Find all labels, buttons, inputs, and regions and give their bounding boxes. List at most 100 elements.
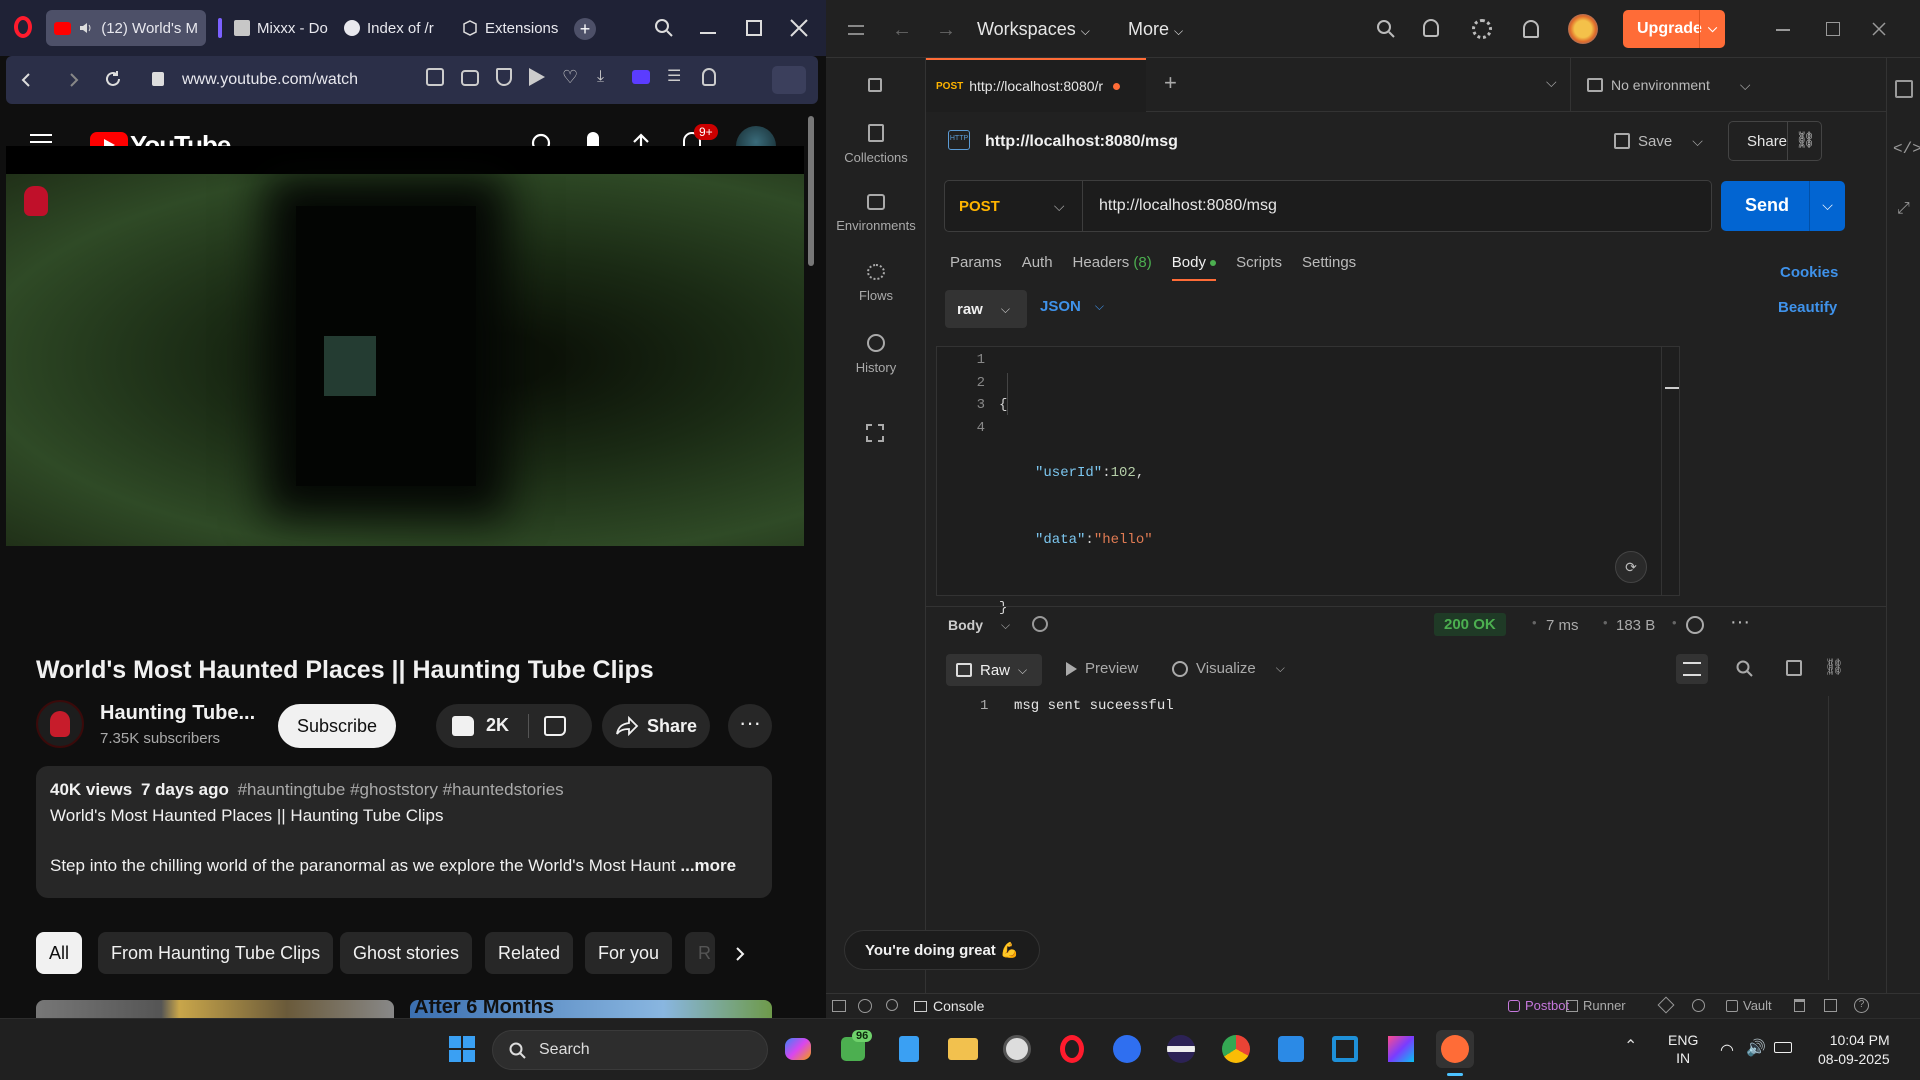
volume-icon[interactable]: 🔊 — [1746, 1038, 1766, 1058]
schema-icon[interactable]: ⟳ — [1615, 551, 1647, 583]
response-time[interactable]: 7 ms — [1546, 617, 1579, 634]
tab-youtube[interactable]: (12) World's M — [46, 10, 206, 46]
invite-icon[interactable] — [1423, 19, 1439, 37]
forward-icon[interactable] — [68, 72, 80, 88]
cookies-link[interactable]: Cookies — [1780, 264, 1838, 281]
subscribe-button[interactable]: Subscribe — [278, 704, 396, 748]
show-more-link[interactable]: ...more — [680, 856, 736, 875]
easy-setup-icon[interactable]: ☰ — [667, 68, 685, 86]
clock[interactable]: 10:04 PM 08-09-2025 — [1818, 1031, 1890, 1069]
help-icon[interactable]: ? — [1854, 998, 1869, 1013]
sidebar-item-environments[interactable]: Environments — [826, 194, 926, 233]
lock-icon[interactable] — [868, 78, 882, 92]
profile-icon[interactable] — [702, 68, 716, 86]
extension-box-icon[interactable] — [772, 66, 806, 94]
response-more-icon[interactable]: ··· — [1730, 611, 1750, 634]
link-icon[interactable]: ⛓ — [1787, 122, 1823, 160]
method-select[interactable]: POST ⌵ — [945, 181, 1083, 231]
request-body-editor[interactable]: 1 2 3 4 { "userId":102, "data":"hello" }… — [936, 346, 1680, 616]
environment-selector[interactable]: No environment ⌵ — [1570, 58, 1770, 112]
response-search-icon[interactable] — [1736, 660, 1754, 678]
edit-icon[interactable] — [426, 68, 444, 86]
body-mode-select[interactable]: raw ⌵ — [945, 290, 1027, 328]
chip-partial[interactable]: R — [685, 932, 715, 974]
more-menu[interactable]: More ⌵ — [1128, 19, 1183, 40]
code-icon[interactable]: </> — [1893, 140, 1920, 158]
docs-icon[interactable] — [1895, 80, 1913, 98]
show-hidden-icons[interactable]: ⌃ — [1624, 1036, 1637, 1056]
chip-for-you[interactable]: For you — [585, 932, 673, 974]
vscode-icon[interactable] — [1272, 1030, 1310, 1068]
visualize-tab[interactable]: Visualize ⌵ — [1172, 660, 1285, 677]
clock-app-icon[interactable] — [998, 1030, 1036, 1068]
send-chevron-icon[interactable]: ⌵ — [1809, 181, 1845, 231]
speaker-icon[interactable] — [78, 20, 94, 36]
chip-related[interactable]: Related — [485, 932, 574, 974]
upgrade-button[interactable]: Upgrade ⌵ — [1623, 10, 1725, 48]
start-windows-icon[interactable] — [443, 1030, 481, 1068]
tabs-dropdown-icon[interactable]: ⌵ — [1546, 74, 1557, 91]
response-size[interactable]: 183 B — [1616, 617, 1655, 634]
eclipse-icon[interactable] — [1162, 1030, 1200, 1068]
body-language-select[interactable]: JSON ⌵ — [1040, 298, 1104, 315]
settings-icon[interactable] — [1472, 19, 1492, 39]
tab-extensions[interactable]: Extensions — [454, 10, 566, 46]
tab-mixxx[interactable]: Mixxx - Do — [216, 10, 338, 46]
chrome-icon[interactable] — [1217, 1030, 1255, 1068]
sync-status-icon[interactable] — [858, 999, 872, 1013]
file-explorer-icon[interactable] — [944, 1030, 982, 1068]
reload-icon[interactable] — [104, 70, 122, 88]
minimize-icon[interactable] — [1776, 29, 1790, 31]
new-tab-icon[interactable]: + — [574, 18, 596, 40]
layout-icon[interactable] — [1824, 999, 1837, 1012]
preview-tab[interactable]: Preview — [1066, 660, 1138, 677]
pm-search-icon[interactable] — [1376, 19, 1396, 39]
lock-icon[interactable] — [152, 72, 164, 86]
postman-taskbar-icon[interactable] — [1436, 1030, 1474, 1068]
new-tab-icon[interactable]: + — [1164, 70, 1177, 96]
console-button[interactable]: Console — [914, 998, 984, 1014]
thumbnail-2[interactable]: After 6 Months — [410, 1000, 772, 1018]
workspaces-menu[interactable]: Workspaces ⌵ — [977, 19, 1090, 40]
channel-name[interactable]: Haunting Tube... — [100, 702, 255, 725]
sidebar-item-history[interactable]: History — [826, 334, 926, 375]
capture-icon[interactable] — [1657, 996, 1675, 1014]
like-count[interactable]: 2K — [486, 715, 509, 736]
chip-from-channel[interactable]: From Haunting Tube Clips — [98, 932, 334, 974]
tab-auth[interactable]: Auth — [1022, 254, 1053, 281]
more-actions-icon[interactable]: ··· — [728, 704, 772, 748]
battery-icon[interactable] — [1774, 1042, 1792, 1053]
wallet-icon[interactable] — [632, 70, 650, 84]
postbot-button[interactable]: Postbot — [1508, 998, 1569, 1013]
nav-forward-icon[interactable]: → — [936, 19, 956, 42]
request-name[interactable]: http://localhost:8080/msg — [985, 133, 1178, 151]
chip-all[interactable]: All — [36, 932, 83, 974]
response-text[interactable]: msg sent suceessful — [1014, 698, 1174, 714]
tab-index[interactable]: Index of /r — [336, 10, 448, 46]
tab-params[interactable]: Params — [950, 254, 1002, 281]
channel-avatar[interactable] — [36, 700, 84, 748]
sidebar-item-collections[interactable]: Collections — [826, 124, 926, 165]
dislike-icon[interactable] — [544, 716, 566, 736]
maximize-icon[interactable] — [746, 20, 762, 36]
close-icon[interactable] — [1872, 22, 1886, 36]
wifi-icon[interactable]: ◠ — [1720, 1040, 1734, 1060]
configure-sidebar-icon[interactable] — [866, 424, 884, 442]
share-button[interactable]: Share — [602, 704, 710, 748]
send-button[interactable]: Send ⌵ — [1721, 181, 1845, 231]
copy-icon[interactable] — [1786, 660, 1802, 676]
find-icon[interactable] — [886, 999, 898, 1011]
opera-logo-icon[interactable] — [14, 16, 32, 38]
user-avatar[interactable] — [1568, 14, 1598, 44]
taskbar-search[interactable]: Search — [492, 1030, 768, 1070]
sidebar-item-flows[interactable]: Flows — [826, 264, 926, 303]
response-view-select[interactable]: Raw ⌵ — [946, 654, 1042, 686]
chip-scroll-right-icon[interactable] — [734, 946, 746, 962]
tab-settings[interactable]: Settings — [1302, 254, 1356, 281]
heart-icon[interactable]: ♡ — [562, 68, 580, 86]
beautify-link[interactable]: Beautify — [1778, 299, 1837, 316]
related-icon[interactable]: ⤢ — [1897, 200, 1910, 218]
back-icon[interactable] — [20, 72, 32, 88]
upgrade-chevron-icon[interactable]: ⌵ — [1699, 10, 1725, 48]
network-globe-icon[interactable] — [1686, 616, 1704, 634]
